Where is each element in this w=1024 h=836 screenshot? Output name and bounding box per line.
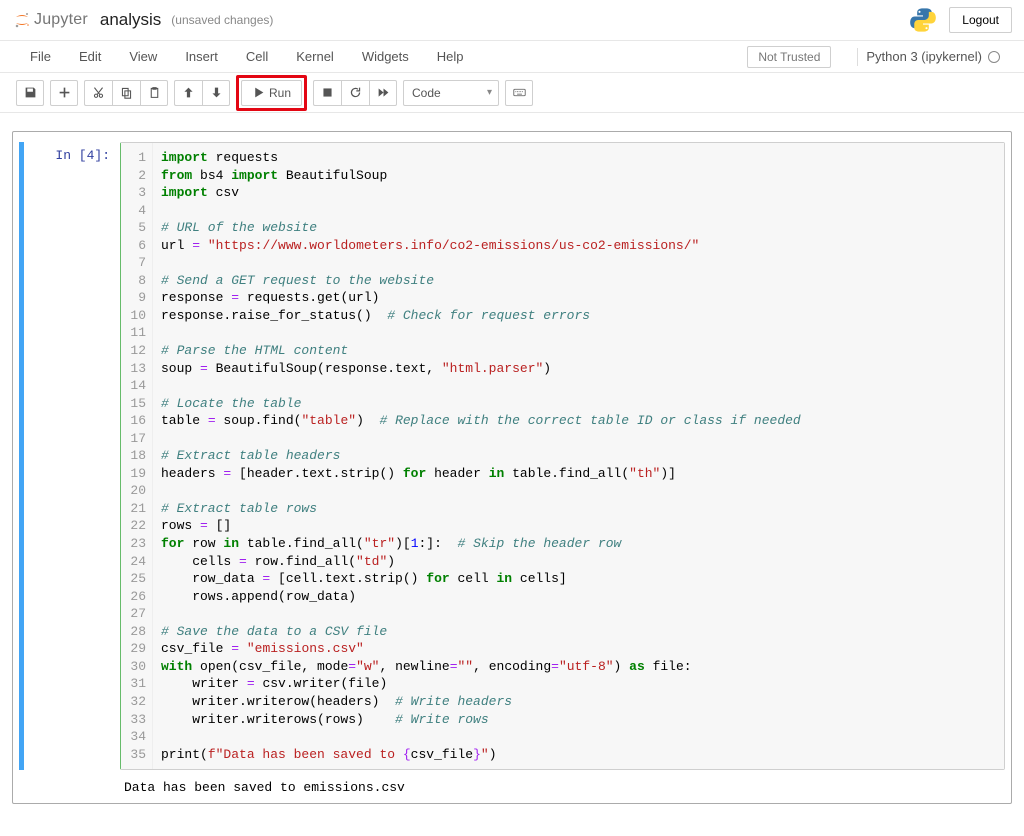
play-icon bbox=[252, 86, 265, 99]
menu-view[interactable]: View bbox=[115, 43, 171, 70]
copy-icon bbox=[120, 86, 133, 99]
kernel-status-icon bbox=[988, 51, 1000, 63]
jupyter-logo[interactable]: Jupyter bbox=[12, 10, 88, 30]
line-number-gutter: 1 2 3 4 5 6 7 8 9 10 11 12 13 14 15 16 1… bbox=[121, 143, 153, 769]
command-palette-button[interactable] bbox=[505, 80, 533, 106]
restart-icon bbox=[349, 86, 362, 99]
kernel-name: Python 3 (ipykernel) bbox=[866, 49, 982, 64]
move-up-button[interactable] bbox=[174, 80, 202, 106]
header-bar: Jupyter analysis (unsaved changes) Logou… bbox=[0, 0, 1024, 41]
restart-button[interactable] bbox=[341, 80, 369, 106]
kernel-indicator[interactable]: Python 3 (ipykernel) bbox=[866, 49, 1008, 64]
output-area: Data has been saved to emissions.csv bbox=[19, 774, 1005, 797]
code-editor[interactable]: import requests from bs4 import Beautifu… bbox=[153, 143, 1004, 769]
trust-indicator[interactable]: Not Trusted bbox=[747, 46, 831, 68]
save-status: (unsaved changes) bbox=[171, 13, 273, 27]
plus-icon bbox=[58, 86, 71, 99]
cut-icon bbox=[92, 86, 105, 99]
fast-forward-icon bbox=[377, 86, 390, 99]
code-cell[interactable]: In [4]: 1 2 3 4 5 6 7 8 9 10 11 12 13 14… bbox=[19, 142, 1005, 770]
keyboard-icon bbox=[513, 86, 526, 99]
paste-icon bbox=[148, 86, 161, 99]
menu-widgets[interactable]: Widgets bbox=[348, 43, 423, 70]
move-down-button[interactable] bbox=[202, 80, 230, 106]
logo-text: Jupyter bbox=[34, 11, 88, 29]
menu-help[interactable]: Help bbox=[423, 43, 478, 70]
add-cell-button[interactable] bbox=[50, 80, 78, 106]
menu-cell[interactable]: Cell bbox=[232, 43, 282, 70]
save-icon bbox=[24, 86, 37, 99]
code-input-area[interactable]: 1 2 3 4 5 6 7 8 9 10 11 12 13 14 15 16 1… bbox=[120, 142, 1005, 770]
stop-icon bbox=[321, 86, 334, 99]
menu-edit[interactable]: Edit bbox=[65, 43, 115, 70]
logout-button[interactable]: Logout bbox=[949, 7, 1012, 33]
stop-button[interactable] bbox=[313, 80, 341, 106]
jupyter-logo-icon bbox=[12, 10, 32, 30]
toolbar: Run Code bbox=[0, 73, 1024, 113]
cell-type-select[interactable]: Code bbox=[403, 80, 499, 106]
notebook-area: In [4]: 1 2 3 4 5 6 7 8 9 10 11 12 13 14… bbox=[0, 113, 1024, 836]
arrow-up-icon bbox=[182, 86, 195, 99]
arrow-down-icon bbox=[210, 86, 223, 99]
paste-button[interactable] bbox=[140, 80, 168, 106]
run-label: Run bbox=[269, 86, 291, 100]
run-button-highlight: Run bbox=[236, 75, 307, 111]
python-icon bbox=[909, 6, 937, 34]
copy-button[interactable] bbox=[112, 80, 140, 106]
cell-type-value: Code bbox=[412, 86, 441, 100]
run-button[interactable]: Run bbox=[241, 80, 302, 106]
menu-kernel[interactable]: Kernel bbox=[282, 43, 348, 70]
cut-button[interactable] bbox=[84, 80, 112, 106]
input-prompt: In [4]: bbox=[24, 142, 120, 770]
menu-bar: FileEditViewInsertCellKernelWidgetsHelp … bbox=[0, 41, 1024, 73]
notebook-container: In [4]: 1 2 3 4 5 6 7 8 9 10 11 12 13 14… bbox=[12, 131, 1012, 804]
menu-insert[interactable]: Insert bbox=[171, 43, 232, 70]
output-text: Data has been saved to emissions.csv bbox=[120, 774, 413, 797]
restart-run-all-button[interactable] bbox=[369, 80, 397, 106]
notebook-name[interactable]: analysis bbox=[100, 10, 161, 30]
save-button[interactable] bbox=[16, 80, 44, 106]
menu-file[interactable]: File bbox=[16, 43, 65, 70]
